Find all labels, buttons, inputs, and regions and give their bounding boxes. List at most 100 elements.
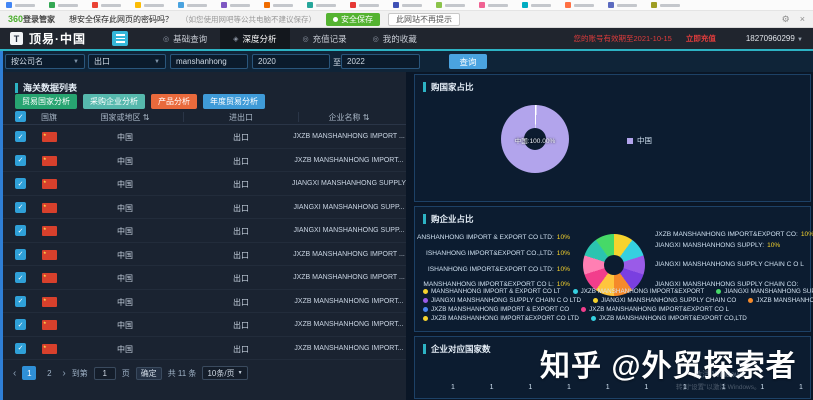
legend-dot-icon xyxy=(748,298,753,303)
cell-company: JXZB MANSHANHONG IMPORT ... xyxy=(291,133,407,140)
bookmark-item[interactable] xyxy=(221,2,250,8)
nav-item-充值记录[interactable]: ◎充值记录 xyxy=(290,28,360,49)
table-row[interactable]: ✓★中国出口JXZB MANSHANHONG IMPORT ... xyxy=(3,266,406,290)
row-checkbox[interactable]: ✓ xyxy=(15,131,26,142)
bookmark-item[interactable] xyxy=(479,2,508,8)
bookmark-item[interactable] xyxy=(565,2,594,8)
table-row[interactable]: ✓★中国出口JIANGXI MANSHANHONG SUPP... xyxy=(3,196,406,220)
bookmark-item[interactable] xyxy=(307,2,336,8)
bar-value-label: 1 xyxy=(528,384,532,391)
pie-legend-item[interactable]: JXZB MANSHANHONG IMPORT&EXPORT CO LTD xyxy=(423,315,579,322)
page-1-button[interactable]: 1 xyxy=(22,366,36,380)
keyword-input[interactable] xyxy=(170,54,248,69)
pie-legend-item[interactable]: JXZB MANSHANHONG IMPORT & EXPORT xyxy=(748,297,813,304)
pie-legend-item[interactable]: JIANGXI MANSHANHONG SUPPLY CHAIN CO xyxy=(593,297,736,304)
pie-legend-item[interactable]: JXZB MANSHANHONG IMPORT & EXPORT CO xyxy=(423,306,569,313)
pie-legend-item[interactable]: JXZB MANSHANHONG IMPORT&EXPORT xyxy=(573,288,705,295)
search-type-select[interactable]: 按公司名 ▼ xyxy=(5,54,85,69)
menu-button[interactable] xyxy=(112,31,128,46)
table-row[interactable]: ✓★中国出口JXZB MANSHANHONG IMPORT... xyxy=(3,313,406,337)
bookmark-item[interactable] xyxy=(522,2,551,8)
table-row[interactable]: ✓★中国出口JIANGXI MANSHANHONG SUPP... xyxy=(3,219,406,243)
bookmark-item[interactable] xyxy=(350,2,379,8)
legend-dot-icon xyxy=(593,298,598,303)
year-to-input[interactable] xyxy=(341,54,420,69)
row-checkbox[interactable]: ✓ xyxy=(15,319,26,330)
bookmark-item[interactable] xyxy=(393,2,422,8)
nav-item-深度分析[interactable]: ◈深度分析 xyxy=(220,28,289,49)
analysis-button[interactable]: 产品分析 xyxy=(151,94,197,109)
bookmark-item[interactable] xyxy=(135,2,164,8)
column-country[interactable]: 国家或地区 ⇅ xyxy=(73,112,177,123)
cell-country: 中国 xyxy=(73,226,177,237)
analysis-button[interactable]: 贸易国家分析 xyxy=(15,94,77,109)
save-password-button[interactable]: 安全保存 xyxy=(326,13,380,26)
recharge-link[interactable]: 立即充值 xyxy=(686,33,716,44)
year-from-input[interactable] xyxy=(252,54,330,69)
column-company[interactable]: 企业名称 ⇅ xyxy=(291,112,407,123)
search-button[interactable]: 查询 xyxy=(449,54,487,69)
account-area: 您的账号有效期至2021-10-15 立即充值 18270960299 ▼ xyxy=(573,33,803,44)
pie-legend-item[interactable]: JXZB MANSHANHONG IMPORT&EXPORT CO,LTD xyxy=(591,315,747,322)
column-trade: 进出口 xyxy=(189,112,293,123)
bookmark-item[interactable] xyxy=(608,2,637,8)
bookmark-item[interactable] xyxy=(178,2,207,8)
row-checkbox[interactable]: ✓ xyxy=(15,155,26,166)
bookmark-item[interactable] xyxy=(6,2,35,8)
table-row[interactable]: ✓★中国出口JIANGXI MANSHANHONG SUPPLY xyxy=(3,172,406,196)
row-checkbox[interactable]: ✓ xyxy=(15,296,26,307)
table-row[interactable]: ✓★中国出口JXZB MANSHANHONG IMPORT... xyxy=(3,337,406,361)
table-row[interactable]: ✓★中国出口JXZB MANSHANHONG IMPORT... xyxy=(3,290,406,314)
bookmark-item[interactable] xyxy=(49,2,78,8)
row-checkbox[interactable]: ✓ xyxy=(15,202,26,213)
nav-item-我的收藏[interactable]: ◎我的收藏 xyxy=(360,28,430,49)
bookmark-item[interactable] xyxy=(651,2,680,8)
pie-callout-label: ISHANHONG IMPORT&EXPORT CO LTD:10% xyxy=(428,266,570,273)
china-flag-icon: ★ xyxy=(42,156,57,166)
bookmark-label xyxy=(316,4,336,7)
cell-trade: 出口 xyxy=(189,250,293,261)
goto-confirm-button[interactable]: 确定 xyxy=(136,367,162,380)
bookmark-item[interactable] xyxy=(436,2,465,8)
close-icon[interactable]: × xyxy=(800,14,805,25)
goto-page-input[interactable]: 1 xyxy=(94,367,116,380)
buyer-share-card: 购企业占比 ANSHANHONG IMPORT & EXPORT CO LTD:… xyxy=(414,206,811,332)
pie-legend-item[interactable]: MANSHANHONG IMPORT & EXPORT CO LT xyxy=(423,288,561,295)
row-checkbox[interactable]: ✓ xyxy=(15,343,26,354)
table-row[interactable]: ✓★中国出口JXZB MANSHANHONG IMPORT ... xyxy=(3,125,406,149)
row-checkbox[interactable]: ✓ xyxy=(15,272,26,283)
country-legend-item[interactable]: 中国 xyxy=(627,135,652,146)
legend-swatch xyxy=(627,138,633,144)
page-size-select[interactable]: 10条/页 ▼ xyxy=(202,366,247,380)
nav-item-基础查询[interactable]: ◎基础查询 xyxy=(150,28,220,49)
page-2-button[interactable]: 2 xyxy=(42,366,56,380)
pie-legend-item[interactable]: JIANGXI MANSHANHONG SUPPLY xyxy=(716,288,813,295)
bookmark-item[interactable] xyxy=(92,2,121,8)
pie-legend-item[interactable]: JXZB MANSHANHONG IMPORT&EXPORT CO L xyxy=(581,306,729,313)
pie-callout-label: JIANGXI MANSHANHONG SUPPLY:10% xyxy=(655,242,780,249)
callout-text: JIANGXI MANSHANHONG SUPPLY CHAIN CO: xyxy=(655,281,798,288)
trade-type-select[interactable]: 出口 ▼ xyxy=(88,54,166,69)
next-page-icon[interactable]: › xyxy=(62,368,65,379)
gear-icon[interactable]: ⚙ xyxy=(782,14,790,25)
select-all-checkbox[interactable]: ✓ xyxy=(15,111,26,122)
analysis-button[interactable]: 采购企业分析 xyxy=(83,94,145,109)
pie-legend-item[interactable]: JIANGXI MANSHANHONG SUPPLY CHAIN C O LTD xyxy=(423,297,581,304)
bookmark-label xyxy=(58,4,78,7)
table-row[interactable]: ✓★中国出口JXZB MANSHANHONG IMPORT ... xyxy=(3,243,406,267)
flag-star: ★ xyxy=(43,132,47,137)
row-checkbox[interactable]: ✓ xyxy=(15,225,26,236)
legend-dot-icon xyxy=(591,316,596,321)
callout-text: JIANGXI MANSHANHONG SUPPLY: xyxy=(655,242,764,249)
row-checkbox[interactable]: ✓ xyxy=(15,178,26,189)
legend-label: JXZB MANSHANHONG IMPORT&EXPORT CO LTD xyxy=(431,315,579,322)
legend-label: JXZB MANSHANHONG IMPORT&EXPORT xyxy=(581,288,705,295)
cell-trade: 出口 xyxy=(189,132,293,143)
account-phone-dropdown[interactable]: 18270960299 ▼ xyxy=(746,34,803,43)
row-checkbox[interactable]: ✓ xyxy=(15,249,26,260)
bookmark-item[interactable] xyxy=(264,2,293,8)
prev-page-icon[interactable]: ‹ xyxy=(13,368,16,379)
table-row[interactable]: ✓★中国出口JXZB MANSHANHONG IMPORT... xyxy=(3,149,406,173)
dismiss-site-button[interactable]: 此网站不再提示 xyxy=(388,13,460,26)
analysis-button[interactable]: 年度贸易分析 xyxy=(203,94,265,109)
